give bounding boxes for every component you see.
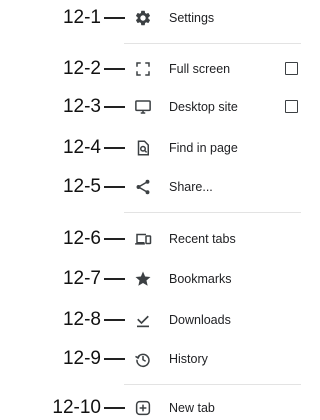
callout-leader-line	[104, 407, 125, 409]
callout-label: 12-4	[62, 137, 101, 158]
callout-leader-line	[104, 17, 125, 19]
menu-item-label: Downloads	[169, 313, 231, 327]
monitor-icon	[133, 97, 153, 117]
menu-item-label: History	[169, 352, 208, 366]
menu-item-label: Bookmarks	[169, 272, 232, 286]
menu-item-label: Find in page	[169, 141, 238, 155]
menu-item-label: Settings	[169, 11, 215, 25]
share-icon	[133, 177, 153, 197]
star-icon	[133, 269, 153, 289]
callout-label: 12-7	[62, 268, 101, 289]
callout-label: 12-5	[62, 176, 101, 197]
find-in-page-icon	[133, 138, 153, 158]
callout-leader-line	[104, 358, 125, 360]
callout-leader-line	[104, 186, 125, 188]
menu-item-settings[interactable]: 12-1 Settings	[0, 6, 301, 30]
full-screen-checkbox[interactable]	[285, 62, 298, 75]
menu-item-share[interactable]: 12-5 Share...	[0, 175, 301, 199]
callout-label: 12-10	[52, 397, 101, 418]
menu-item-label: Desktop site	[169, 100, 238, 114]
callout-leader-line	[104, 147, 125, 149]
menu-item-history[interactable]: 12-9 History	[0, 347, 301, 371]
callout-label: 12-1	[62, 7, 101, 28]
callout-label: 12-2	[62, 58, 101, 79]
fullscreen-icon	[133, 59, 153, 79]
download-icon	[133, 310, 153, 330]
callout-leader-line	[104, 238, 125, 240]
callout-leader-line	[104, 278, 125, 280]
callout-leader-line	[104, 319, 125, 321]
callout-leader-line	[104, 68, 125, 70]
menu-divider	[124, 384, 301, 385]
menu-item-label: Share...	[169, 180, 213, 194]
gear-icon	[133, 8, 153, 28]
menu-item-bookmarks[interactable]: 12-7 Bookmarks	[0, 267, 301, 291]
callout-label: 12-8	[62, 309, 101, 330]
plus-box-icon	[133, 398, 153, 418]
menu-item-new-tab[interactable]: 12-10 New tab	[0, 396, 301, 420]
menu-item-desktop-site[interactable]: 12-3 Desktop site	[0, 95, 301, 119]
callout-label: 12-3	[62, 96, 101, 117]
callout-label: 12-9	[62, 348, 101, 369]
menu-item-recent-tabs[interactable]: 12-6 Recent tabs	[0, 227, 301, 251]
menu-divider	[124, 212, 301, 213]
desktop-site-checkbox[interactable]	[285, 100, 298, 113]
menu-item-label: Recent tabs	[169, 232, 236, 246]
menu-item-downloads[interactable]: 12-8 Downloads	[0, 308, 301, 332]
history-icon	[133, 349, 153, 369]
menu-item-full-screen[interactable]: 12-2 Full screen	[0, 57, 301, 81]
menu-divider	[124, 43, 301, 44]
menu-item-label: Full screen	[169, 62, 231, 76]
callout-leader-line	[104, 106, 125, 108]
menu-item-label: New tab	[169, 401, 215, 415]
callout-label: 12-6	[62, 228, 101, 249]
recent-tabs-icon	[133, 229, 153, 249]
menu-item-find-in-page[interactable]: 12-4 Find in page	[0, 136, 301, 160]
